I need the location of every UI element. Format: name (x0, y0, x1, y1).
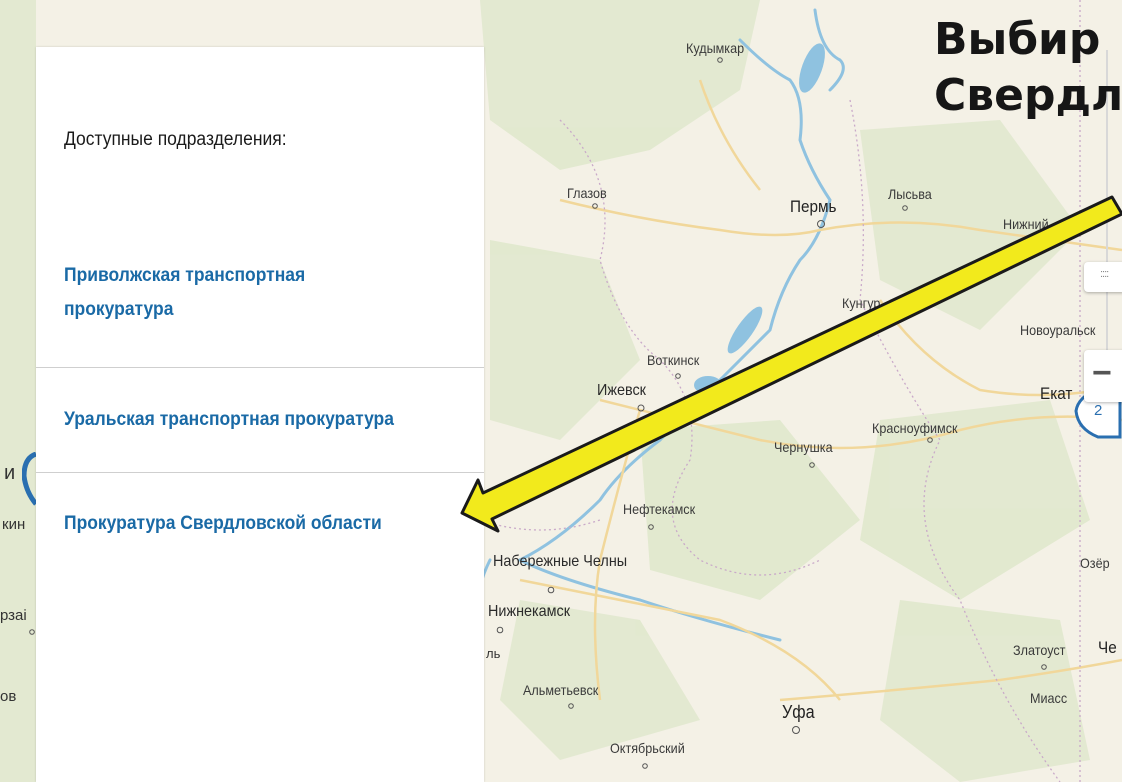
pointer-arrow-icon (460, 195, 1122, 533)
